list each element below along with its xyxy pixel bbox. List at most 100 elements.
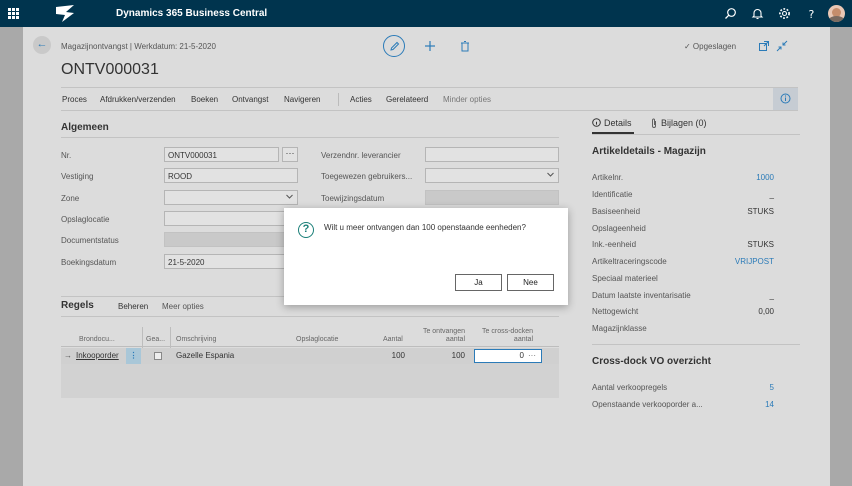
- detail-label: Identificatie: [592, 190, 633, 199]
- action-navigeren[interactable]: Navigeren: [284, 95, 320, 104]
- action-bar: Proces Afdrukken/verzenden Boeken Ontvan…: [61, 87, 798, 111]
- cell-te-ontvangen[interactable]: 100: [411, 348, 465, 364]
- saved-status: ✓ Opgeslagen: [684, 42, 737, 51]
- field-input-documentstatus: [164, 232, 298, 247]
- field-label-nr: Nr.: [61, 151, 72, 160]
- lines-header-divider: [61, 316, 559, 317]
- dynamics-logo-icon: [56, 5, 74, 22]
- action-afdrukken[interactable]: Afdrukken/verzenden: [100, 95, 176, 104]
- detail-value-link[interactable]: VRIJPOST: [654, 257, 774, 266]
- action-gerelateerd[interactable]: Gerelateerd: [386, 95, 428, 104]
- field-label-toewijzingsdatum: Toewijzingsdatum: [321, 194, 385, 203]
- lines-more-options-button[interactable]: Meer opties: [162, 302, 204, 311]
- action-minder-opties[interactable]: Minder opties: [443, 95, 491, 104]
- field-input-opslaglocatie[interactable]: [164, 211, 298, 226]
- confirm-dialog: ? Wilt u meer ontvangen dan 100 openstaa…: [284, 208, 568, 305]
- cell-opslaglocatie[interactable]: [296, 348, 351, 364]
- collapse-icon[interactable]: [776, 40, 788, 52]
- action-acties[interactable]: Acties: [350, 95, 372, 104]
- action-separator: [338, 93, 339, 106]
- column-header-gearceerd[interactable]: Gea...: [146, 336, 165, 344]
- column-header-brondoc[interactable]: Brondocu...: [79, 336, 115, 344]
- tab-details[interactable]: Details: [604, 118, 632, 128]
- field-select-toegewezen[interactable]: [425, 168, 559, 183]
- action-ontvangst[interactable]: Ontvangst: [232, 95, 268, 104]
- lines-manage-button[interactable]: Beheren: [118, 302, 148, 311]
- field-input-vestiging[interactable]: ROOD: [164, 168, 298, 183]
- app-title: Dynamics 365 Business Central: [116, 8, 268, 19]
- cell-aantal[interactable]: 100: [351, 348, 405, 364]
- factbox-toggle-button[interactable]: [773, 88, 798, 110]
- field-label-opslaglocatie: Opslaglocatie: [61, 215, 110, 224]
- help-icon[interactable]: ?: [805, 7, 818, 20]
- section-title-algemeen: Algemeen: [61, 122, 109, 133]
- detail-value-link[interactable]: 1000: [654, 173, 774, 182]
- detail-label: Nettogewicht: [592, 307, 639, 316]
- info-icon: [592, 118, 601, 127]
- chevron-down-icon: [286, 194, 293, 199]
- pencil-icon: [390, 41, 400, 51]
- column-header-te-crossdocken[interactable]: Te cross-docken aantal: [479, 328, 533, 344]
- crossdock-value-link[interactable]: 14: [654, 400, 774, 409]
- avatar[interactable]: [828, 5, 845, 22]
- detail-value: STUKS: [747, 240, 774, 249]
- field-input-boekingsdatum[interactable]: 21-5-2020: [164, 254, 298, 269]
- column-header-opslaglocatie[interactable]: Opslaglocatie: [296, 336, 338, 344]
- open-new-window-icon[interactable]: [758, 40, 770, 52]
- column-header-te-ontvangen[interactable]: Te ontvangen aantal: [421, 328, 465, 344]
- action-proces[interactable]: Proces: [62, 95, 87, 104]
- field-input-verzendnr[interactable]: [425, 147, 559, 162]
- no-button[interactable]: Nee: [507, 274, 554, 291]
- field-input-nr[interactable]: ONTV000031: [164, 147, 279, 162]
- row-checkbox[interactable]: [154, 352, 162, 360]
- factbox-divider: [592, 344, 800, 345]
- yes-button[interactable]: Ja: [455, 274, 502, 291]
- crossdock-value-link[interactable]: 5: [654, 383, 774, 392]
- lookup-button[interactable]: ···: [282, 147, 298, 162]
- section-title-regels: Regels: [61, 300, 94, 311]
- table-row[interactable]: → Inkooporder ⋮ Gazelle Espania 100 100 …: [61, 348, 559, 364]
- tab-bijlagen[interactable]: Bijlagen (0): [661, 118, 707, 128]
- dialog-message: Wilt u meer ontvangen dan 100 openstaand…: [324, 223, 526, 232]
- field-label-toegewezen: Toegewezen gebruikers...: [321, 172, 413, 181]
- field-label-zone: Zone: [61, 194, 80, 203]
- detail-label: Opslageenheid: [592, 224, 646, 233]
- factbox-divider: [592, 134, 800, 135]
- factbox-crossdock-title: Cross-dock VO overzicht: [592, 356, 711, 367]
- add-icon[interactable]: [424, 40, 436, 52]
- top-bar: Dynamics 365 Business Central ?: [0, 0, 852, 27]
- cell-more-icon[interactable]: ···: [528, 348, 536, 364]
- edit-button[interactable]: [383, 35, 405, 57]
- svg-text:?: ?: [809, 8, 815, 20]
- cell-omschrijving[interactable]: Gazelle Espania: [176, 348, 234, 364]
- detail-label: Magazijnklasse: [592, 324, 647, 333]
- question-icon: ?: [298, 222, 314, 238]
- back-button[interactable]: ←: [33, 36, 51, 54]
- field-label-documentstatus: Documentstatus: [61, 236, 119, 245]
- column-header-omschrijving[interactable]: Omschrijving: [176, 336, 216, 344]
- gear-icon[interactable]: [778, 7, 791, 20]
- field-select-zone[interactable]: [164, 190, 298, 205]
- detail-value: STUKS: [747, 207, 774, 216]
- delete-icon[interactable]: [459, 40, 471, 52]
- chevron-down-icon: [547, 172, 554, 177]
- detail-label: Artikelnr.: [592, 173, 624, 182]
- cell-brondoc-link[interactable]: Inkooporder: [76, 348, 119, 364]
- field-label-vestiging: Vestiging: [61, 172, 94, 181]
- paperclip-icon: [652, 118, 656, 128]
- bell-icon[interactable]: [751, 7, 764, 20]
- detail-value: _: [769, 190, 774, 199]
- action-boeken[interactable]: Boeken: [191, 95, 218, 104]
- table-header-row: Brondocu... Gea... Omschrijving Opslaglo…: [61, 327, 559, 347]
- detail-label: Ink.-eenheid: [592, 240, 637, 249]
- row-selected-arrow-icon: →: [64, 351, 72, 360]
- app-launcher-icon[interactable]: [8, 8, 19, 19]
- row-menu-button[interactable]: ⋮: [126, 348, 141, 364]
- field-label-verzendnr: Verzendnr. leverancier: [321, 151, 401, 160]
- breadcrumb: Magazijnontvangst | Werkdatum: 21-5-2020: [61, 42, 216, 51]
- search-icon[interactable]: [724, 7, 737, 20]
- column-header-aantal[interactable]: Aantal: [383, 336, 403, 344]
- page-title: ONTV000031: [61, 61, 159, 78]
- info-icon: [780, 93, 791, 104]
- table-empty-area: [61, 364, 559, 398]
